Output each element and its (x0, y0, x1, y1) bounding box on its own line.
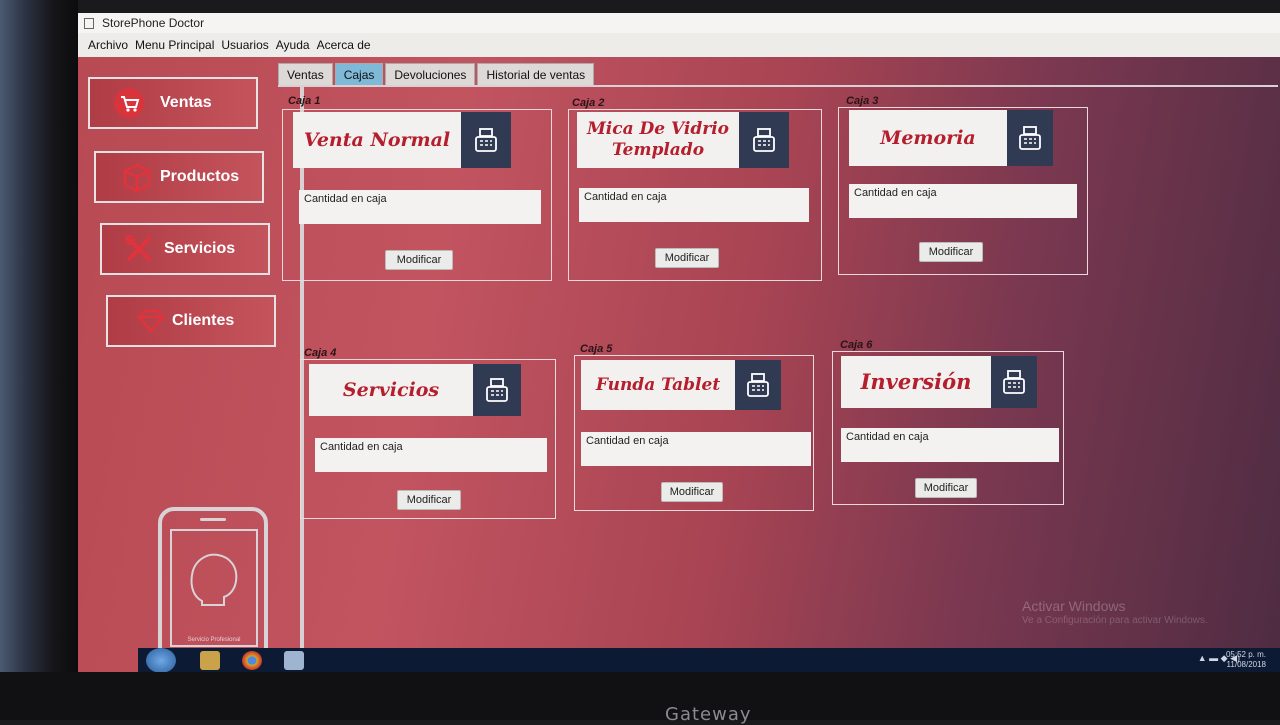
caja-4-label: Caja 4 (304, 347, 337, 359)
caja-4-quantity-field[interactable]: Cantidad en caja (315, 438, 547, 472)
diamond-icon (134, 304, 168, 338)
sidebar: Ventas Productos Servicios Clientes Serv… (86, 67, 276, 673)
app-cube-icon[interactable] (284, 651, 304, 670)
caja-6-panel: Inversión Cantidad en caja Modificar (832, 351, 1064, 505)
nav-ventas-button[interactable]: Ventas (88, 77, 258, 129)
menu-principal[interactable]: Menu Principal (135, 38, 214, 52)
cash-register-icon (991, 356, 1037, 408)
caja-4-panel: Servicios Cantidad en caja Modificar (300, 359, 556, 519)
caja-6-quantity-field[interactable]: Cantidad en caja (841, 428, 1059, 462)
caja-3-name: Memoria (849, 110, 1007, 166)
caja-2-header: Mica De Vidrio Templado (577, 112, 789, 168)
nav-productos-label: Productos (160, 168, 240, 185)
cart-icon (112, 86, 146, 120)
caja-1-name: Venta Normal (293, 112, 461, 168)
caja-2-name: Mica De Vidrio Templado (577, 112, 739, 168)
caja-6-modify-button[interactable]: Modificar (915, 478, 977, 498)
window-title: StorePhone Doctor (102, 16, 205, 30)
menu-ayuda[interactable]: Ayuda (276, 38, 310, 52)
monitor-brand-logo: Gateway (665, 704, 752, 725)
caja-1-modify-button[interactable]: Modificar (385, 250, 453, 270)
tab-ventas[interactable]: Ventas (278, 63, 333, 85)
caja-5-quantity-field[interactable]: Cantidad en caja (581, 432, 811, 466)
cash-register-icon (461, 112, 511, 168)
tab-bar: Ventas Cajas Devoluciones Historial de v… (278, 63, 596, 85)
main-content: Ventas Productos Servicios Clientes Serv… (78, 57, 1280, 673)
activation-watermark-text: Ve a Configuración para activar Windows. (1022, 615, 1208, 626)
nav-clientes-label: Clientes (172, 312, 235, 329)
caja-5-name: Funda Tablet (581, 360, 735, 410)
menu-archivo[interactable]: Archivo (88, 38, 128, 52)
tab-cajas[interactable]: Cajas (334, 63, 384, 85)
caja-5-label: Caja 5 (580, 343, 613, 355)
title-bar: StorePhone Doctor (78, 13, 1280, 33)
head-silhouette-icon (190, 553, 238, 606)
taskbar-clock[interactable]: 05:52 p. m. 11/08/2018 (1226, 650, 1266, 670)
caja-3-header: Memoria (849, 110, 1053, 166)
monitor-bezel (0, 0, 78, 720)
activation-watermark-title: Activar Windows (1022, 598, 1126, 614)
nav-clientes-button[interactable]: Clientes (106, 295, 276, 347)
phone-screen: Servicio Profesional (170, 529, 258, 647)
caja-3-modify-button[interactable]: Modificar (919, 242, 983, 262)
box-icon (120, 160, 154, 194)
tools-icon (122, 232, 156, 266)
tab-underline (278, 85, 1278, 87)
taskbar: ▲ ▬ ◆ ◀) 05:52 p. m. 11/08/2018 (138, 648, 1280, 673)
phone-speaker (200, 518, 226, 521)
tab-devoluciones[interactable]: Devoluciones (385, 63, 476, 85)
logo-caption: Servicio Profesional (187, 637, 241, 643)
menu-usuarios[interactable]: Usuarios (221, 38, 268, 52)
caja-6-name: Inversión (841, 356, 991, 408)
nav-servicios-button[interactable]: Servicios (100, 223, 270, 275)
caja-5-panel: Funda Tablet Cantidad en caja Modificar (574, 355, 814, 511)
caja-5-header: Funda Tablet (581, 360, 781, 410)
nav-servicios-label: Servicios (164, 240, 236, 257)
cash-register-icon (473, 364, 521, 416)
caja-3-panel: Memoria Cantidad en caja Modificar (838, 107, 1088, 275)
caja-1-panel: Venta Normal Cantidad en caja Modificar (282, 109, 552, 281)
cash-register-icon (1007, 110, 1053, 166)
caja-6-label: Caja 6 (840, 339, 873, 351)
clock-date: 11/08/2018 (1226, 660, 1266, 669)
caja-2-quantity-field[interactable]: Cantidad en caja (579, 188, 809, 222)
caja-2-label: Caja 2 (572, 97, 605, 109)
browser-icon[interactable] (242, 651, 262, 670)
caja-4-header: Servicios (309, 364, 521, 416)
caja-6-header: Inversión (841, 356, 1037, 408)
clock-time: 05:52 p. m. (1225, 650, 1266, 659)
caja-1-label: Caja 1 (288, 95, 321, 107)
cash-register-icon (739, 112, 789, 168)
caja-4-modify-button[interactable]: Modificar (397, 490, 461, 510)
caja-3-quantity-field[interactable]: Cantidad en caja (849, 184, 1077, 218)
nav-productos-button[interactable]: Productos (94, 151, 264, 203)
caja-3-label: Caja 3 (846, 95, 879, 107)
app-window: StorePhone Doctor Archivo Menu Principal… (78, 13, 1280, 673)
menu-acerca[interactable]: Acerca de (317, 38, 371, 52)
caja-2-panel: Mica De Vidrio Templado Cantidad en caja… (568, 109, 822, 281)
tab-historial[interactable]: Historial de ventas (477, 63, 595, 85)
caja-4-name: Servicios (309, 364, 473, 416)
app-icon (84, 17, 94, 29)
caja-5-modify-button[interactable]: Modificar (661, 482, 723, 502)
monitor-bezel-bottom (0, 672, 1280, 720)
caja-1-quantity-field[interactable]: Cantidad en caja (299, 190, 541, 224)
caja-1-header: Venta Normal (293, 112, 511, 168)
menu-bar: Archivo Menu Principal Usuarios Ayuda Ac… (78, 33, 1280, 57)
caja-2-modify-button[interactable]: Modificar (655, 248, 719, 268)
explorer-icon[interactable] (200, 651, 220, 670)
start-button-icon[interactable] (146, 648, 176, 673)
cash-register-icon (735, 360, 781, 410)
nav-ventas-label: Ventas (160, 94, 212, 111)
